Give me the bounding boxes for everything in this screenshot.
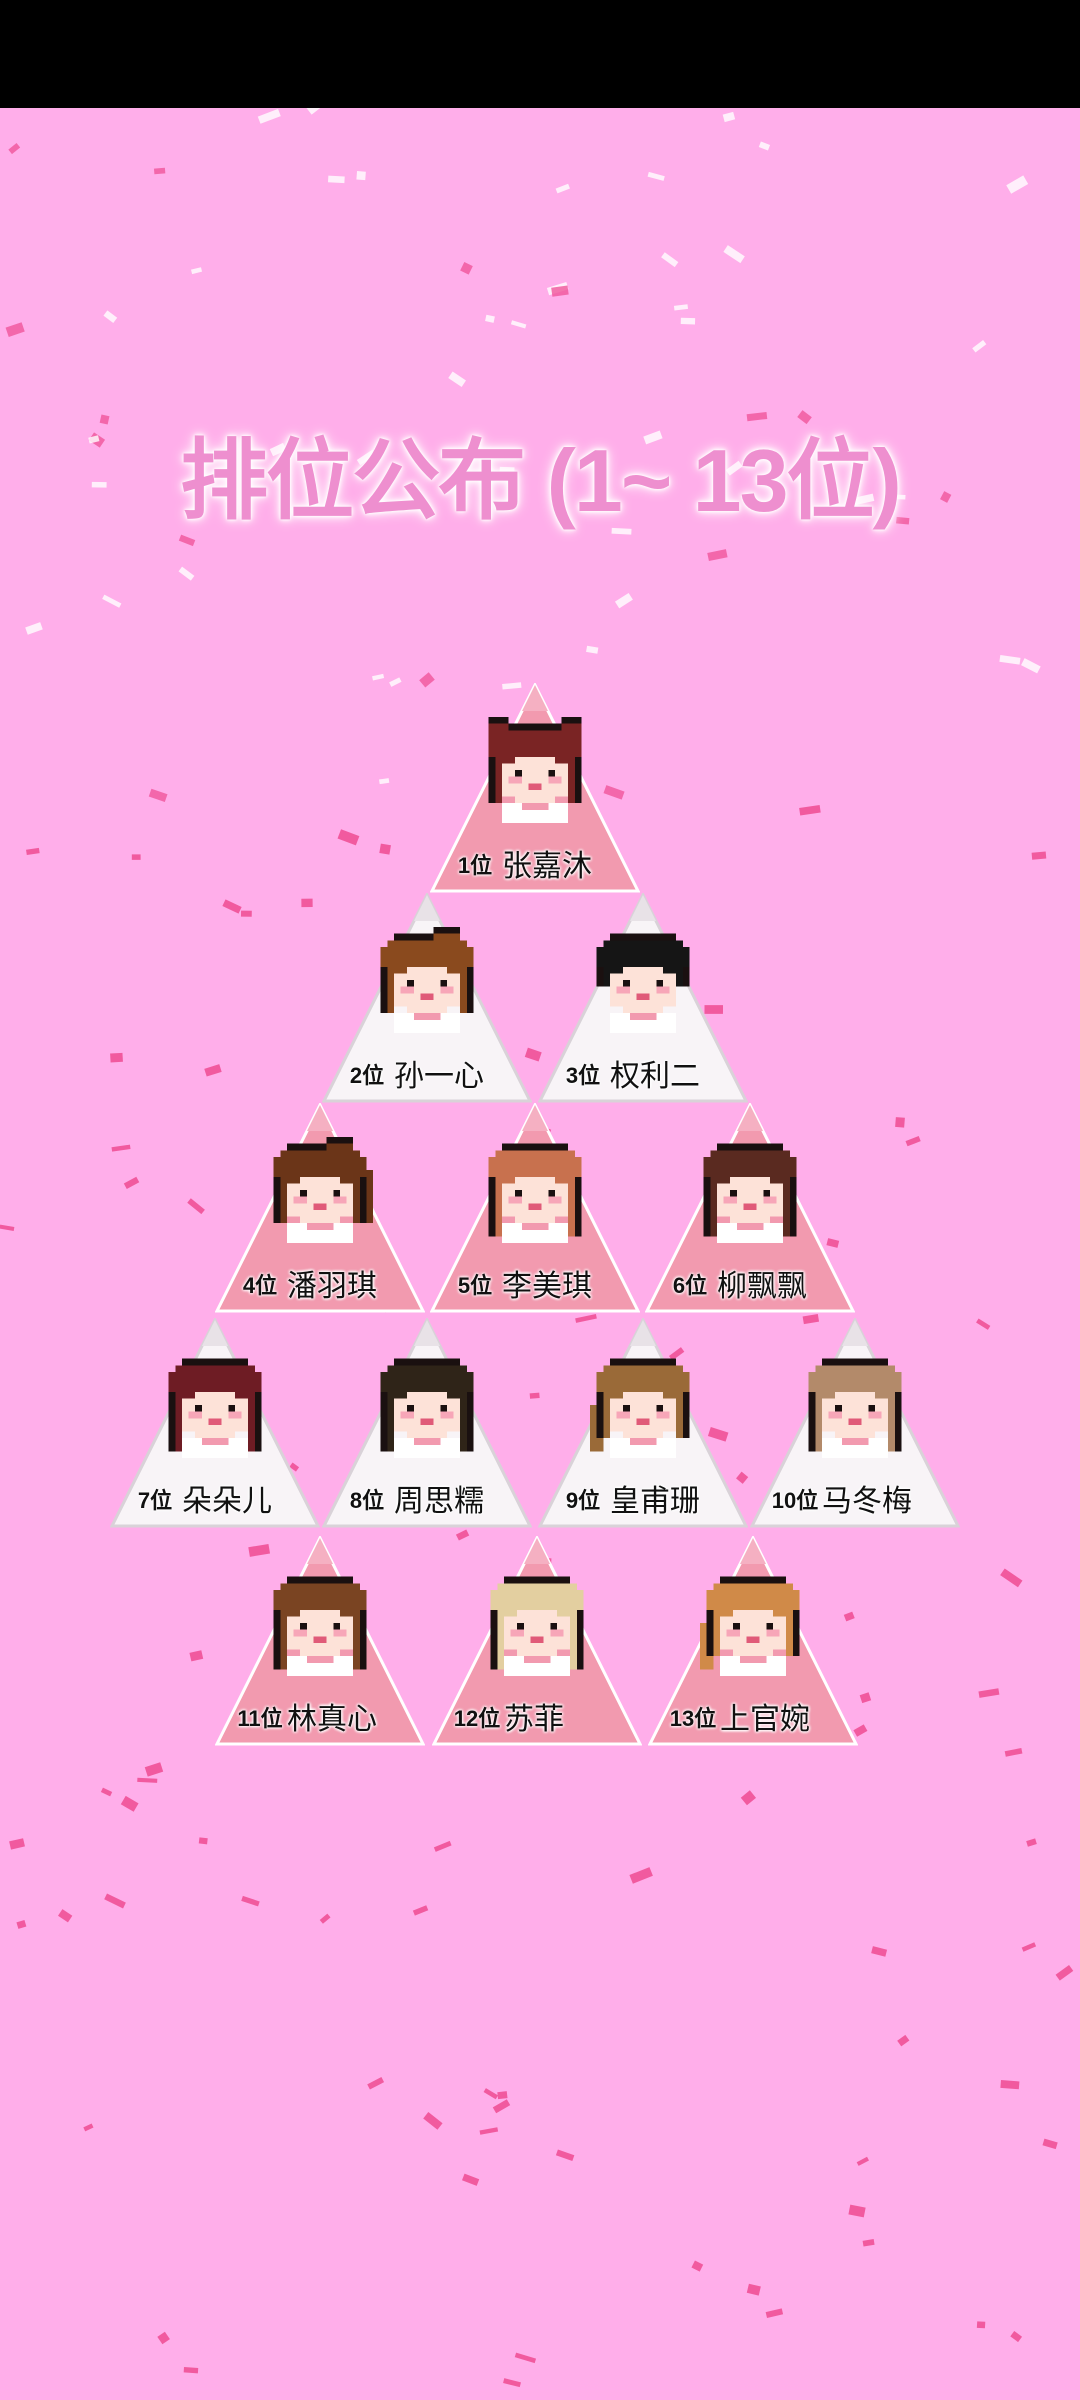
rank-label: 5位 xyxy=(457,1273,493,1298)
pixel-avatar xyxy=(703,1143,797,1243)
rank-slot-5[interactable]: 5位 李美琪 xyxy=(430,1103,640,1313)
rank-slot-10[interactable]: 10位 马冬梅 xyxy=(750,1318,960,1528)
pixel-avatar xyxy=(273,1576,367,1676)
player-name: 上官婉 xyxy=(720,1702,810,1737)
rank-slot-3[interactable]: 3位 权利二 xyxy=(538,893,748,1103)
player-name: 苏菲 xyxy=(504,1702,564,1737)
rank-label: 11位 xyxy=(237,1706,283,1731)
pixel-avatar xyxy=(808,1358,902,1458)
player-name: 张嘉沐 xyxy=(502,849,592,884)
rank-label: 2位 xyxy=(349,1063,385,1088)
pixel-avatar xyxy=(488,1143,582,1243)
rank-slot-8[interactable]: 8位 周思糯 xyxy=(322,1318,532,1528)
rank-slot-11[interactable]: 11位 林真心 xyxy=(215,1536,425,1746)
rank-slot-1[interactable]: 1位 张嘉沐 xyxy=(430,683,640,893)
rank-label: 4位 xyxy=(242,1273,278,1298)
player-name: 孙一心 xyxy=(394,1059,484,1094)
player-name: 权利二 xyxy=(610,1059,700,1094)
rank-slot-9[interactable]: 9位 皇甫珊 xyxy=(538,1318,748,1528)
pixel-avatar xyxy=(590,1358,690,1458)
player-name: 李美琪 xyxy=(502,1269,592,1304)
rank-slot-6[interactable]: 6位 柳飘飘 xyxy=(645,1103,855,1313)
pixel-avatar xyxy=(380,1358,474,1458)
pixel-avatar xyxy=(273,1137,373,1243)
player-name: 柳飘飘 xyxy=(717,1269,807,1304)
rank-label: 12位 xyxy=(453,1706,501,1731)
rank-label: 13位 xyxy=(669,1706,717,1731)
player-name: 马冬梅 xyxy=(822,1484,912,1519)
rank-slot-13[interactable]: 13位 上官婉 xyxy=(648,1536,858,1746)
rank-label: 1位 xyxy=(457,853,493,878)
rank-slot-7[interactable]: 7位 朵朵儿 xyxy=(110,1318,320,1528)
player-name: 潘羽琪 xyxy=(287,1269,377,1304)
player-name: 林真心 xyxy=(287,1702,377,1737)
pixel-avatar xyxy=(596,933,690,1033)
pixel-avatar xyxy=(488,717,582,823)
rank-slot-4[interactable]: 4位 潘羽琪 xyxy=(215,1103,425,1313)
rank-label: 8位 xyxy=(349,1488,385,1513)
player-name: 朵朵儿 xyxy=(182,1484,272,1519)
rank-slot-12[interactable]: 12位 苏菲 xyxy=(432,1536,642,1746)
pixel-avatar xyxy=(380,927,474,1033)
player-name: 周思糯 xyxy=(394,1484,484,1519)
rank-label: 3位 xyxy=(565,1063,601,1088)
rank-label: 10位 xyxy=(771,1488,819,1513)
player-name: 皇甫珊 xyxy=(610,1484,700,1519)
rank-label: 9位 xyxy=(565,1488,601,1513)
ranking-pyramid: 1位 张嘉沐 2位 孙一心 3位 权利二 4位 潘羽琪 5位 李美琪 6位 柳飘… xyxy=(0,0,1080,2400)
pixel-avatar xyxy=(168,1358,262,1458)
rank-label: 6位 xyxy=(672,1273,708,1298)
rank-slot-2[interactable]: 2位 孙一心 xyxy=(322,893,532,1103)
pixel-avatar xyxy=(490,1576,584,1676)
pixel-avatar xyxy=(700,1576,800,1676)
rank-label: 7位 xyxy=(137,1488,173,1513)
